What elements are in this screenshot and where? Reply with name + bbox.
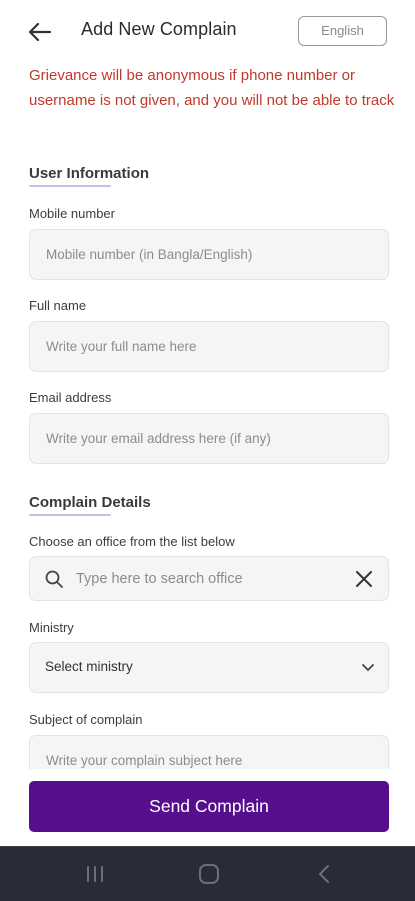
language-button[interactable]: English [298,16,387,46]
back-icon[interactable] [310,861,340,887]
office-search-input[interactable] [30,557,388,600]
subject-input[interactable] [30,736,388,769]
recent-apps-icon[interactable] [80,861,110,887]
full-name-field [29,321,389,372]
close-icon[interactable] [354,569,374,589]
section-title-complain-details: Complain Details [29,494,151,516]
app-header: Add New Complain English [0,0,415,62]
mobile-field [29,229,389,280]
mobile-input[interactable] [30,230,388,279]
subject-field [29,735,389,769]
section-title-text: User Information [29,165,150,182]
page-title: Add New Complain [81,19,237,39]
arrow-left-icon[interactable] [26,19,54,45]
email-input[interactable] [30,414,388,463]
chevron-down-icon [362,664,374,671]
mobile-label: Mobile number [29,206,115,221]
search-icon [45,570,63,588]
office-label: Choose an office from the list below [29,534,235,549]
email-field [29,413,389,464]
full-name-input[interactable] [30,322,388,371]
send-complain-button[interactable]: Send Complain [29,781,389,832]
subject-label: Subject of complain [29,712,143,727]
office-search-field [29,556,389,601]
email-label: Email address [29,390,112,405]
full-name-label: Full name [29,298,87,313]
ministry-selected-value: Select ministry [45,659,133,674]
section-underline [29,514,111,516]
section-title-text: Complain Details [29,494,151,511]
anonymity-warning: Grievance will be anonymous if phone num… [29,67,395,109]
system-nav-bar [0,846,415,901]
home-icon[interactable] [194,861,224,887]
ministry-select[interactable]: Select ministry [29,642,389,693]
section-title-user-information: User Information [29,165,149,187]
section-underline [29,185,111,187]
ministry-label: Ministry [29,620,74,635]
